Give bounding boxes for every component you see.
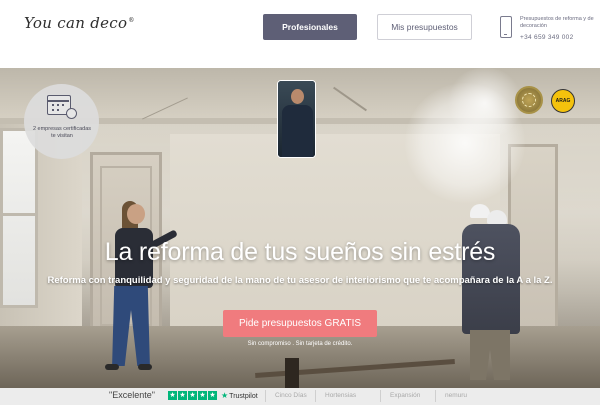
woman-figure-shoe <box>105 364 119 370</box>
press-logo: Expansión <box>390 392 421 399</box>
woman-figure-head <box>127 204 145 224</box>
trustpilot-label: Trustpilot <box>229 393 258 400</box>
press-divider <box>380 390 381 402</box>
star-icon: ★ <box>188 391 197 400</box>
star-icon: ★ <box>178 391 187 400</box>
phone-icon <box>500 16 512 38</box>
advisor-figure-body <box>282 105 313 157</box>
quality-seal-ring <box>522 93 536 107</box>
certified-companies-text: 2 empresas certificadas te visitan <box>32 126 92 139</box>
contact-description: Presupuestos de reforma y de decoración <box>520 16 594 29</box>
hero-dust-cloud <box>445 68 525 138</box>
trustpilot-stars: ★ ★ ★ ★ ★ <box>168 391 217 400</box>
ribbon-icon <box>66 108 77 119</box>
press-divider <box>265 390 266 402</box>
rating-word: "Excelente" <box>109 390 155 400</box>
hero-window-bar <box>0 213 38 216</box>
woman-figure-shoe <box>138 364 152 370</box>
request-quotes-button[interactable]: Pide presupuestos GRATIS <box>223 310 377 337</box>
star-icon: ★ <box>208 391 217 400</box>
advisor-figure-head <box>291 89 304 104</box>
star-icon: ★ <box>198 391 207 400</box>
press-logo: Cinco Días <box>275 392 307 399</box>
press-logo: nemuru <box>445 392 468 399</box>
worker-helmet <box>487 210 507 224</box>
my-quotes-button[interactable]: Mis presupuestos <box>377 14 472 40</box>
hero-title: La reforma de tus sueños sin estrés <box>104 238 496 266</box>
trustpilot-star-icon: ★ <box>221 391 229 400</box>
site-header: You can deco® Profesionales Mis presupue… <box>0 0 600 68</box>
hero-subtitle: Reforma con tranquilidad y seguridad de … <box>47 275 553 286</box>
logo-text: You can deco <box>24 14 128 32</box>
professionals-button[interactable]: Profesionales <box>263 14 357 40</box>
logo[interactable]: You can deco® <box>24 14 135 32</box>
contact-phone[interactable]: +34 659 349 002 <box>520 34 573 41</box>
press-divider <box>435 390 436 402</box>
logo-registered-mark: ® <box>128 17 135 24</box>
star-icon: ★ <box>168 391 177 400</box>
press-divider <box>315 390 316 402</box>
trustpilot-logo[interactable]: ★Trustpilot <box>221 391 258 400</box>
arag-seal: ARAG <box>551 89 575 113</box>
press-logo: Hortensias <box>325 392 357 399</box>
advisor-video-thumbnail[interactable] <box>277 80 316 158</box>
cta-note: Sin compromiso . Sin tarjeta de crédito. <box>247 341 353 347</box>
hero-floor-hole <box>285 358 299 388</box>
